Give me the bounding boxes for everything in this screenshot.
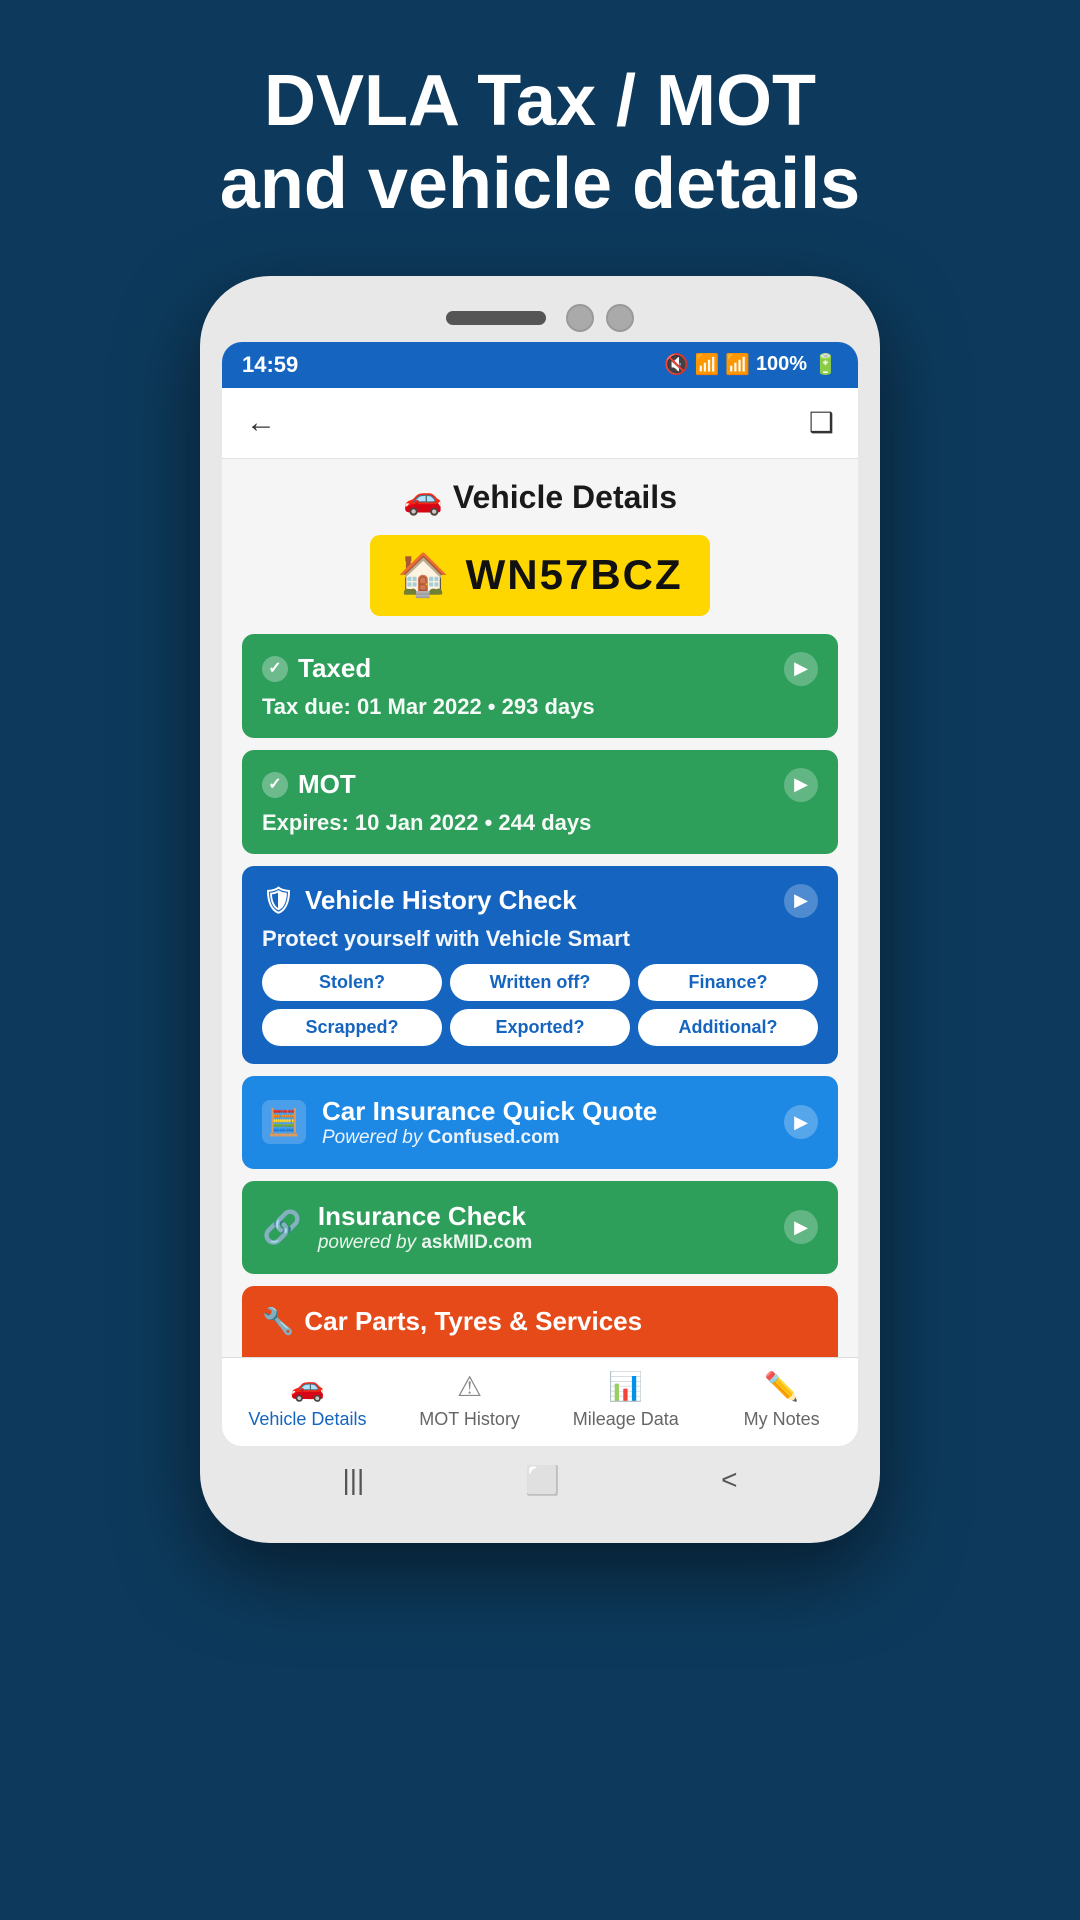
insurance-brand: Confused.com — [428, 1127, 560, 1148]
insurance-check-content: Insurance Check powered by askMID.com — [318, 1201, 768, 1254]
phone-camera-1 — [566, 304, 594, 332]
badge-written-off[interactable]: Written off? — [450, 964, 630, 1001]
page-title: 🚗 Vehicle Details — [242, 479, 838, 517]
plate-number: WN57BCZ — [466, 551, 683, 599]
mot-checkmark-icon: ✓ — [262, 772, 288, 798]
shield-check-icon: 🛡 — [262, 885, 295, 916]
phone-top-bar — [222, 304, 858, 332]
history-check-title-text: Vehicle History Check — [305, 885, 577, 916]
phone-camera-2 — [606, 304, 634, 332]
badge-exported[interactable]: Exported? — [450, 1009, 630, 1046]
nav-vehicle-icon: 🚗 — [290, 1370, 325, 1403]
battery-icon: 🔋 — [813, 352, 838, 377]
nav-vehicle-details[interactable]: 🚗 Vehicle Details — [248, 1370, 366, 1430]
nav-notes-icon: ✏️ — [764, 1370, 799, 1403]
nav-notes-label: My Notes — [744, 1409, 820, 1430]
nav-vehicle-label: Vehicle Details — [248, 1409, 366, 1430]
status-icons: 🔇 📶 📶 — [664, 352, 750, 377]
insurance-check-powered: powered by askMID.com — [318, 1232, 768, 1254]
mot-arrow-icon: ▶ — [784, 768, 818, 802]
status-battery: 100% — [756, 353, 807, 376]
nav-mot-history[interactable]: ⚠ MOT History — [419, 1370, 520, 1430]
mot-card-title: ✓ MOT — [262, 769, 356, 800]
history-check-arrow-icon: ▶ — [784, 884, 818, 918]
taxed-subtitle: Tax due: 01 Mar 2022 • 293 days — [262, 694, 818, 720]
phone-home-btn[interactable]: ⬜ — [525, 1464, 560, 1497]
taxed-title-text: Taxed — [298, 653, 371, 684]
status-bar: 14:59 🔇 📶 📶 100% 🔋 — [222, 342, 858, 388]
nav-mileage-label: Mileage Data — [573, 1409, 679, 1430]
license-plate: 🏠 WN57BCZ — [370, 535, 710, 616]
taxed-card-title: ✓ Taxed — [262, 653, 371, 684]
insurance-check-powered-label: powered by — [318, 1232, 416, 1253]
history-check-subtitle: Protect yourself with Vehicle Smart — [262, 926, 818, 952]
nav-mileage-icon: 📊 — [608, 1370, 643, 1403]
insurance-powered-label: Powered by — [322, 1127, 422, 1148]
top-nav: ← ❑ — [222, 388, 858, 459]
phone-speaker — [446, 311, 546, 325]
taxed-checkmark-icon: ✓ — [262, 656, 288, 682]
taxed-card-header: ✓ Taxed ▶ — [262, 652, 818, 686]
mot-card[interactable]: ✓ MOT ▶ Expires: 10 Jan 2022 • 244 days — [242, 750, 838, 854]
app-content: 🚗 Vehicle Details 🏠 WN57BCZ ✓ Taxed ▶ Ta… — [222, 459, 858, 1357]
phone-screen: 14:59 🔇 📶 📶 100% 🔋 ← ❑ 🚗 Vehicle Details… — [222, 342, 858, 1446]
nav-mot-label: MOT History — [419, 1409, 520, 1430]
car-parts-title-text: Car Parts, Tyres & Services — [304, 1306, 642, 1337]
insurance-check-arrow-icon: ▶ — [784, 1210, 818, 1244]
taxed-card[interactable]: ✓ Taxed ▶ Tax due: 01 Mar 2022 • 293 day… — [242, 634, 838, 738]
phone-back-btn[interactable]: ||| — [342, 1464, 364, 1496]
insurance-quote-content: Car Insurance Quick Quote Powered by Con… — [322, 1096, 768, 1149]
insurance-check-card[interactable]: 🔗 Insurance Check powered by askMID.com … — [242, 1181, 838, 1274]
share-button[interactable]: ❑ — [809, 406, 834, 439]
bottom-nav: 🚗 Vehicle Details ⚠ MOT History 📊 Mileag… — [222, 1357, 858, 1446]
phone-bottom-controls: ||| ⬜ < — [222, 1446, 858, 1507]
nav-mot-icon: ⚠ — [457, 1370, 482, 1403]
car-icon: 🚗 — [403, 479, 443, 517]
hero-title: DVLA Tax / MOT and vehicle details — [160, 60, 920, 226]
insurance-quote-card[interactable]: 🧮 Car Insurance Quick Quote Powered by C… — [242, 1076, 838, 1169]
nav-mileage-data[interactable]: 📊 Mileage Data — [573, 1370, 679, 1430]
history-check-card[interactable]: 🛡 Vehicle History Check ▶ Protect yourse… — [242, 866, 838, 1064]
plate-icon: 🏠 — [397, 551, 451, 600]
insurance-check-title: Insurance Check — [318, 1201, 768, 1232]
page-title-text: Vehicle Details — [453, 479, 677, 516]
insurance-quote-powered: Powered by Confused.com — [322, 1127, 768, 1149]
status-right: 🔇 📶 📶 100% 🔋 — [664, 352, 838, 377]
taxed-arrow-icon: ▶ — [784, 652, 818, 686]
phone-frame: 14:59 🔇 📶 📶 100% 🔋 ← ❑ 🚗 Vehicle Details… — [200, 276, 880, 1543]
mot-subtitle: Expires: 10 Jan 2022 • 244 days — [262, 810, 818, 836]
insurance-quote-arrow-icon: ▶ — [784, 1105, 818, 1139]
calculator-icon: 🧮 — [262, 1100, 306, 1144]
badge-scrapped[interactable]: Scrapped? — [262, 1009, 442, 1046]
nav-my-notes[interactable]: ✏️ My Notes — [732, 1370, 832, 1430]
car-parts-title: 🔧 Car Parts, Tyres & Services — [262, 1306, 818, 1337]
link-icon: 🔗 — [262, 1208, 302, 1246]
phone-camera-group — [566, 304, 634, 332]
check-badges-grid: Stolen? Written off? Finance? Scrapped? … — [262, 964, 818, 1046]
back-button[interactable]: ← — [246, 406, 276, 440]
mot-title-text: MOT — [298, 769, 356, 800]
badge-stolen[interactable]: Stolen? — [262, 964, 442, 1001]
history-check-header: 🛡 Vehicle History Check ▶ — [262, 884, 818, 918]
phone-recents-btn[interactable]: < — [721, 1464, 737, 1496]
wrench-icon: 🔧 — [262, 1306, 294, 1337]
history-check-title: 🛡 Vehicle History Check — [262, 885, 577, 916]
badge-finance[interactable]: Finance? — [638, 964, 818, 1001]
car-parts-card[interactable]: 🔧 Car Parts, Tyres & Services — [242, 1286, 838, 1357]
status-time: 14:59 — [242, 352, 298, 378]
insurance-check-brand: askMID.com — [421, 1232, 532, 1253]
badge-additional[interactable]: Additional? — [638, 1009, 818, 1046]
mot-card-header: ✓ MOT ▶ — [262, 768, 818, 802]
insurance-quote-title: Car Insurance Quick Quote — [322, 1096, 768, 1127]
